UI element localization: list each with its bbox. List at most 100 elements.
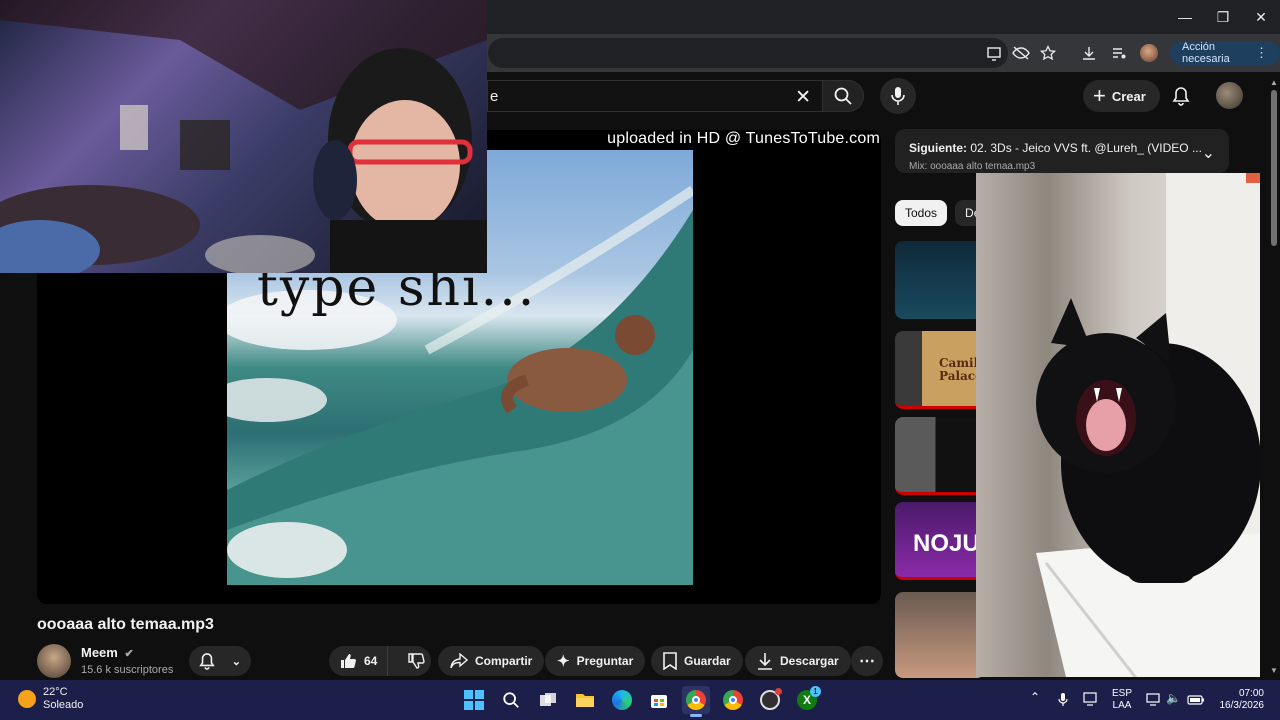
download-icon[interactable] xyxy=(1078,42,1100,64)
video-watermark: uploaded in HD @ TunesToTube.com xyxy=(607,130,880,147)
active-indicator xyxy=(690,714,702,717)
search-button[interactable] xyxy=(822,80,864,112)
thumbnail-text: Camila Palace xyxy=(939,356,985,383)
create-label: Crear xyxy=(1111,88,1146,104)
action-required-button[interactable]: Acción necesaria ⋮ xyxy=(1170,41,1280,65)
ask-label: Preguntar xyxy=(576,654,634,668)
share-button[interactable]: Compartir xyxy=(438,646,545,676)
more-horizontal-icon: ⋯ xyxy=(859,653,875,670)
share-icon xyxy=(450,653,468,669)
voice-search-button[interactable] xyxy=(880,78,916,114)
chevron-down-icon[interactable]: ⌄ xyxy=(1202,143,1215,163)
file-explorer-icon[interactable] xyxy=(571,686,599,714)
network-icon[interactable] xyxy=(1146,692,1160,711)
bell-icon xyxy=(199,653,215,670)
download-icon xyxy=(758,653,772,670)
weather-widget[interactable]: 22°C Soleado xyxy=(43,686,83,712)
microsoft-store-icon[interactable] xyxy=(645,686,673,714)
like-button[interactable]: 64 xyxy=(329,646,389,676)
eye-off-icon[interactable] xyxy=(1010,42,1032,64)
kebab-menu-icon: ⋮ xyxy=(1255,45,1268,60)
subscription-bell-button[interactable]: ⌄ xyxy=(189,646,251,676)
mix-queue-header[interactable]: Siguiente: 02. 3Ds - Jeico VVS ft. @Lure… xyxy=(895,129,1229,173)
like-dislike-group: 64 xyxy=(329,646,431,676)
xbox-icon[interactable]: X 1 xyxy=(793,686,821,714)
related-video-thumbnail[interactable] xyxy=(895,592,985,678)
related-video-thumbnail[interactable] xyxy=(895,417,985,495)
action-required-label: Acción necesaria xyxy=(1182,41,1230,65)
ask-button[interactable]: ✦ Preguntar xyxy=(545,646,646,676)
cat-video-overlay xyxy=(976,173,1260,677)
notifications-button[interactable] xyxy=(1166,80,1196,112)
install-app-icon[interactable] xyxy=(983,42,1005,64)
search-input-value: e xyxy=(490,87,499,105)
media-queue-icon[interactable] xyxy=(1108,42,1130,64)
dislike-button[interactable] xyxy=(395,646,437,676)
webcam-overlay xyxy=(0,0,487,273)
weather-desc: Soleado xyxy=(43,699,84,711)
thumbnail-text: NOJU xyxy=(913,530,980,557)
keyboard-layout: LAA xyxy=(1112,700,1132,711)
maximize-icon[interactable]: ❐ xyxy=(1204,0,1242,34)
language-code: ESP xyxy=(1112,688,1133,699)
bookmark-star-icon[interactable] xyxy=(1037,42,1059,64)
chrome-active-icon[interactable] xyxy=(682,686,710,714)
language-indicator[interactable]: ESP LAA xyxy=(1112,688,1132,712)
address-bar[interactable] xyxy=(488,38,1008,68)
download-label: Descargar xyxy=(780,654,839,668)
related-video-thumbnail[interactable]: Camila Palace xyxy=(895,331,985,409)
queue-mix-name: Mix: oooaaa alto temaa.mp3 xyxy=(909,161,1036,172)
save-button[interactable]: Guardar xyxy=(651,646,743,676)
thumbs-up-icon xyxy=(341,654,356,668)
taskbar-search-icon[interactable] xyxy=(497,686,525,714)
account-avatar[interactable] xyxy=(1216,82,1243,109)
weather-temp: 22°C xyxy=(43,686,68,698)
create-button[interactable]: + Crear xyxy=(1083,80,1160,112)
subscriber-count: 15.6 k suscriptores xyxy=(81,664,174,676)
sparkle-icon: ✦ xyxy=(557,653,570,670)
obs-studio-icon[interactable] xyxy=(756,686,784,714)
scrollbar-thumb[interactable] xyxy=(1271,90,1277,246)
scroll-down-icon[interactable]: ▼ xyxy=(1270,666,1278,675)
clear-search-icon[interactable]: ✕ xyxy=(795,86,811,109)
scroll-up-icon[interactable]: ▲ xyxy=(1270,78,1278,87)
search-input[interactable]: e ✕ xyxy=(487,80,823,112)
like-count: 64 xyxy=(364,654,378,668)
battery-icon[interactable] xyxy=(1187,693,1205,711)
profile-icon[interactable] xyxy=(1138,42,1160,64)
queue-next-prefix: Siguiente: xyxy=(909,141,968,155)
channel-avatar[interactable] xyxy=(37,644,71,678)
volume-icon[interactable]: 🔈 xyxy=(1166,691,1181,705)
bell-icon xyxy=(1172,87,1190,106)
edge-browser-icon[interactable] xyxy=(608,686,636,714)
start-menu-icon[interactable] xyxy=(460,686,488,714)
queue-next-title: 02. 3Ds - Jeico VVS ft. @Lureh_ (VIDEO .… xyxy=(970,141,1202,155)
channel-name[interactable]: Meem ✔ xyxy=(81,645,134,660)
window-controls: — ❐ ✕ xyxy=(1166,0,1280,34)
download-button[interactable]: Descargar xyxy=(745,646,851,676)
chrome-profile-icon[interactable] xyxy=(719,686,747,714)
task-view-icon[interactable] xyxy=(534,686,562,714)
chevron-down-icon: ⌄ xyxy=(231,655,241,668)
show-hidden-icons-icon[interactable]: ⌃ xyxy=(1030,690,1040,704)
plus-icon: + xyxy=(1093,83,1106,108)
close-icon[interactable]: ✕ xyxy=(1242,0,1280,34)
clock-time: 07:00 xyxy=(1238,688,1264,699)
tray-microphone-icon[interactable] xyxy=(1058,692,1068,711)
chip-all[interactable]: Todos xyxy=(895,200,948,226)
tray-display-icon[interactable] xyxy=(1083,692,1097,711)
related-video-thumbnail[interactable] xyxy=(895,241,985,319)
microphone-icon xyxy=(891,87,905,105)
clock[interactable]: 07:00 16/3/2026 xyxy=(1214,688,1265,712)
bookmark-icon xyxy=(663,652,677,670)
more-actions-button[interactable]: ⋯ xyxy=(851,646,883,676)
page-scrollbar[interactable]: ▲ ▼ xyxy=(1268,78,1280,678)
minimize-icon[interactable]: — xyxy=(1166,0,1204,34)
search-icon xyxy=(834,87,852,105)
related-video-thumbnail[interactable]: NOJU xyxy=(895,502,985,580)
notification-badge: 1 xyxy=(810,686,821,697)
clock-date: 16/3/2026 xyxy=(1219,700,1265,711)
weather-sun-icon[interactable] xyxy=(18,690,36,708)
verified-icon: ✔ xyxy=(124,648,134,660)
channel-name-label: Meem xyxy=(81,645,118,660)
